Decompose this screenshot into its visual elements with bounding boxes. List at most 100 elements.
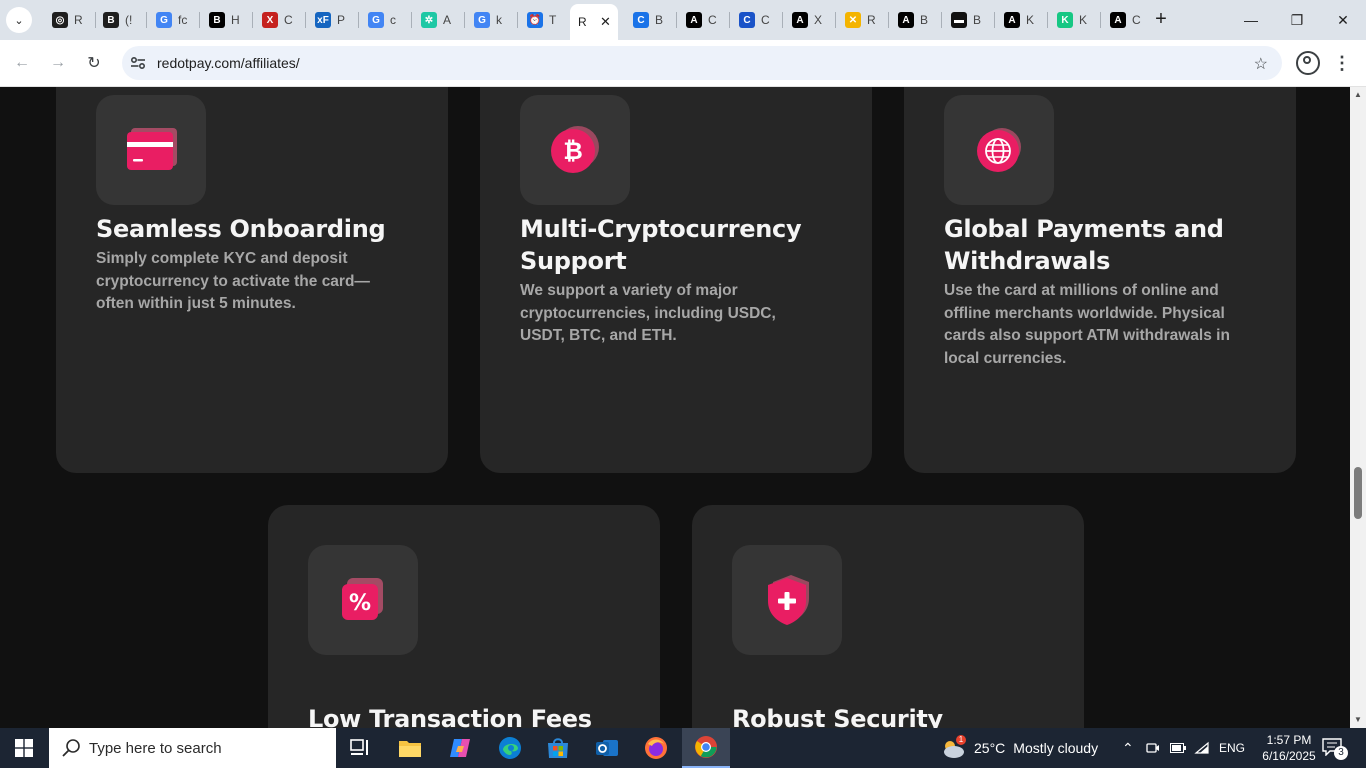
copilot-icon — [450, 739, 470, 757]
tab-favicon-icon: ✕ — [845, 12, 861, 28]
weather-widget[interactable]: 1 25°C Mostly cloudy — [940, 728, 1098, 768]
tab-title: C — [284, 13, 293, 27]
bookmark-star-icon[interactable]: ☆ — [1254, 54, 1268, 74]
feature-description: Use the card at millions of online and o… — [944, 282, 1230, 367]
network-tray[interactable] — [1194, 728, 1210, 768]
scroll-down-icon[interactable]: ▼ — [1353, 714, 1363, 724]
taskbar-store[interactable] — [534, 728, 582, 768]
battery-tray[interactable] — [1170, 728, 1186, 768]
edge-icon — [499, 737, 521, 759]
chevron-down-icon: ⌄ — [14, 14, 24, 27]
browser-tab[interactable]: ✲ A — [413, 8, 463, 32]
tab-favicon-icon: A — [898, 12, 914, 28]
clock[interactable]: 1:57 PM 6/16/2025 — [1258, 728, 1320, 768]
taskbar-file-explorer[interactable] — [386, 728, 434, 768]
tab-separator — [464, 12, 465, 28]
page-scrollbar[interactable]: ▲ ▼ — [1350, 87, 1366, 728]
browser-tab[interactable]: AC — [1102, 8, 1152, 32]
browser-tab[interactable]: ⏰ T — [519, 8, 569, 32]
browser-tab[interactable]: BH — [201, 8, 251, 32]
taskbar-firefox[interactable] — [632, 728, 680, 768]
firefox-icon — [645, 737, 667, 759]
start-button[interactable] — [0, 728, 48, 768]
tab-title: B — [973, 13, 982, 27]
browser-tab[interactable]: KK — [1049, 8, 1099, 32]
new-tab-button[interactable]: + — [1150, 8, 1172, 30]
clock-date: 6/16/2025 — [1262, 749, 1316, 763]
reload-button[interactable]: ↻ — [82, 51, 106, 75]
show-hidden-icons[interactable]: ⌃ — [1122, 728, 1134, 768]
browser-tab[interactable]: ▬ B — [943, 8, 993, 32]
tab-separator — [888, 12, 889, 28]
tab-separator — [729, 12, 730, 28]
address-bar[interactable]: redotpay.com/affiliates/ ☆ — [122, 46, 1282, 80]
site-info-icon[interactable] — [130, 55, 146, 71]
tab-favicon-icon: ✲ — [421, 12, 437, 28]
minimize-button[interactable]: — — [1228, 6, 1274, 34]
forward-button[interactable]: → — [46, 51, 70, 75]
scroll-thumb[interactable] — [1354, 467, 1362, 519]
browser-tab[interactable]: Gfc — [148, 8, 198, 32]
tab-title: A — [443, 13, 452, 27]
tab-title: C — [1132, 13, 1141, 27]
clock-time: 1:57 PM — [1266, 733, 1312, 747]
browser-menu-button[interactable]: ⋮ — [1333, 51, 1351, 75]
notification-center[interactable]: 3 — [1322, 728, 1348, 768]
tab-title: T — [549, 13, 557, 27]
browser-tab[interactable]: Gc — [360, 8, 410, 32]
tab-title: R — [74, 13, 83, 27]
tab-separator — [941, 12, 942, 28]
browser-tab[interactable]: CC — [731, 8, 781, 32]
browser-tab[interactable]: CB — [625, 8, 675, 32]
language-indicator[interactable]: ENG — [1219, 728, 1245, 768]
browser-tab[interactable]: ◎ R — [44, 8, 94, 32]
feature-card: Robust Security — [692, 505, 1084, 728]
shield-plus-icon — [768, 575, 809, 625]
browser-tab[interactable]: XC — [254, 8, 304, 32]
weather-desc: Mostly cloudy — [1013, 740, 1099, 756]
browser-tab[interactable]: AK — [996, 8, 1046, 32]
browser-tab[interactable]: B (! — [95, 8, 145, 32]
browser-tab[interactable]: Gk — [466, 8, 516, 32]
outlook-icon — [596, 740, 618, 756]
windows-taskbar: Type here to search 1 25°C Mostly cloudy… — [0, 728, 1366, 768]
tab-favicon-icon: A — [686, 12, 702, 28]
browser-tab[interactable]: AX — [784, 8, 834, 32]
tab-title: C — [708, 13, 717, 27]
tab-title: R — [867, 13, 876, 27]
browser-tab[interactable]: AB — [890, 8, 940, 32]
feature-description: We support a variety of major cryptocurr… — [520, 282, 776, 344]
tab-title: c — [390, 13, 396, 27]
taskbar-chrome[interactable] — [682, 728, 730, 768]
profile-button[interactable] — [1296, 51, 1320, 75]
task-view-button[interactable] — [336, 728, 384, 768]
tab-separator — [146, 12, 147, 28]
tab-close-icon[interactable]: ✕ — [600, 14, 611, 30]
weather-temp: 25°C — [974, 740, 1006, 756]
search-icon — [62, 739, 80, 757]
taskbar-copilot[interactable] — [436, 728, 484, 768]
browser-tab[interactable]: R ✕ — [570, 4, 618, 40]
tab-separator — [782, 12, 783, 28]
browser-tab[interactable]: xF P — [307, 8, 357, 32]
taskbar-edge[interactable] — [486, 728, 534, 768]
scroll-up-icon[interactable]: ▲ — [1353, 89, 1363, 99]
feature-card: % Low Transaction Fees — [268, 505, 660, 728]
bitcoin-icon: ₿ — [551, 126, 599, 173]
tab-favicon-icon: G — [156, 12, 172, 28]
tab-favicon-icon: xF — [315, 12, 331, 28]
close-window-button[interactable]: ✕ — [1320, 6, 1366, 34]
url-text: redotpay.com/affiliates/ — [157, 55, 300, 71]
restore-button[interactable]: ❐ — [1274, 6, 1320, 34]
tab-favicon-icon: ◎ — [52, 12, 68, 28]
meet-now-tray[interactable] — [1146, 728, 1160, 768]
tab-search-button[interactable]: ⌄ — [6, 7, 32, 33]
back-button[interactable]: ← — [10, 51, 34, 75]
credit-card-icon — [127, 128, 177, 170]
taskbar-search[interactable]: Type here to search — [49, 728, 336, 768]
browser-tab[interactable]: ✕ R — [837, 8, 887, 32]
tab-favicon-icon: ▬ — [951, 12, 967, 28]
browser-tab[interactable]: AC — [678, 8, 728, 32]
feature-card: Global Payments and Withdrawals Use the … — [904, 87, 1296, 473]
taskbar-outlook[interactable] — [583, 728, 631, 768]
